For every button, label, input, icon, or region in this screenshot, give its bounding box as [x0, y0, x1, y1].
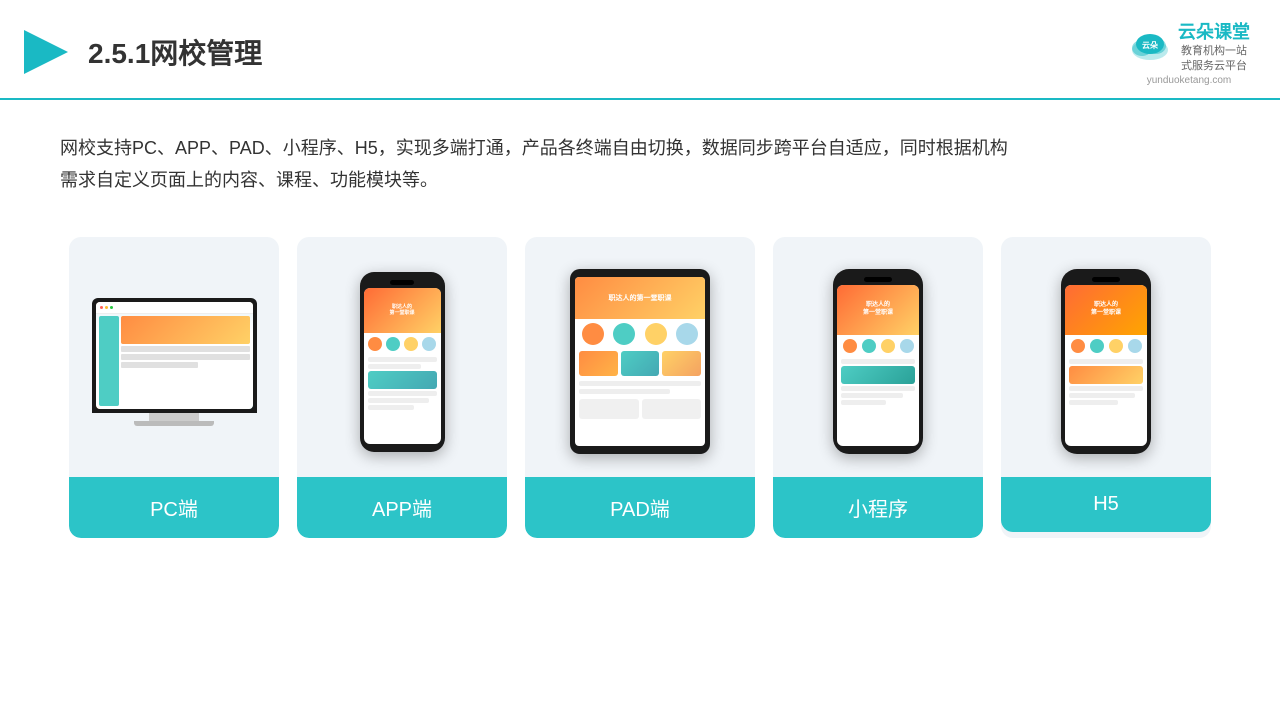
card-pad-label: PAD端 — [525, 477, 755, 538]
card-miniprogram-image: 职达人的第一堂职课 — [773, 237, 983, 477]
logo-text-block: 云朵课堂 教育机构一站式服务云平台 — [1178, 18, 1250, 75]
logo-name: 云朵课堂 — [1178, 18, 1250, 44]
card-h5-image: 职达人的第一堂职课 — [1001, 237, 1211, 477]
logo-tagline: 教育机构一站式服务云平台 — [1178, 44, 1250, 75]
cloud-icon: 云朵 — [1128, 30, 1172, 62]
card-miniprogram-label: 小程序 — [773, 477, 983, 538]
play-icon — [20, 26, 72, 78]
card-pad: 职达人的第一堂职课 — [525, 237, 755, 538]
description-block: 网校支持PC、APP、PAD、小程序、H5，实现多端打通，产品各终端自由切换，数… — [0, 100, 1280, 217]
card-app-label: APP端 — [297, 477, 507, 538]
cards-container: PC端 职达人的第一堂职课 — [0, 217, 1280, 568]
svg-text:云朵: 云朵 — [1142, 40, 1158, 50]
card-pc-label: PC端 — [69, 477, 279, 538]
logo-url: yunduoketang.com — [1147, 75, 1232, 86]
miniprogram-phone-mockup: 职达人的第一堂职课 — [833, 269, 923, 454]
pc-mockup — [92, 298, 257, 426]
card-app-image: 职达人的第一堂职课 — [297, 237, 507, 477]
card-app: 职达人的第一堂职课 APP端 — [297, 237, 507, 538]
card-pc-image — [69, 237, 279, 477]
card-h5: 职达人的第一堂职课 H5 — [1001, 237, 1211, 538]
page-header: 2.5.1网校管理 云朵 云朵课堂 教育机构一站式服务云平台 yunduoket… — [0, 0, 1280, 100]
card-h5-label: H5 — [1001, 477, 1211, 532]
card-pad-image: 职达人的第一堂职课 — [525, 237, 755, 477]
description-line1: 网校支持PC、APP、PAD、小程序、H5，实现多端打通，产品各终端自由切换，数… — [60, 132, 1220, 164]
page-title: 2.5.1网校管理 — [88, 32, 262, 72]
logo-cloud: 云朵 云朵课堂 教育机构一站式服务云平台 — [1128, 18, 1250, 75]
pad-mockup: 职达人的第一堂职课 — [570, 269, 710, 454]
app-phone-mockup: 职达人的第一堂职课 — [360, 272, 445, 452]
h5-phone-mockup: 职达人的第一堂职课 — [1061, 269, 1151, 454]
logo-area: 云朵 云朵课堂 教育机构一站式服务云平台 yunduoketang.com — [1128, 18, 1250, 86]
card-pc: PC端 — [69, 237, 279, 538]
header-left: 2.5.1网校管理 — [20, 26, 262, 78]
card-miniprogram: 职达人的第一堂职课 小程序 — [773, 237, 983, 538]
description-line2: 需求自定义页面上的内容、课程、功能模块等。 — [60, 164, 1220, 196]
